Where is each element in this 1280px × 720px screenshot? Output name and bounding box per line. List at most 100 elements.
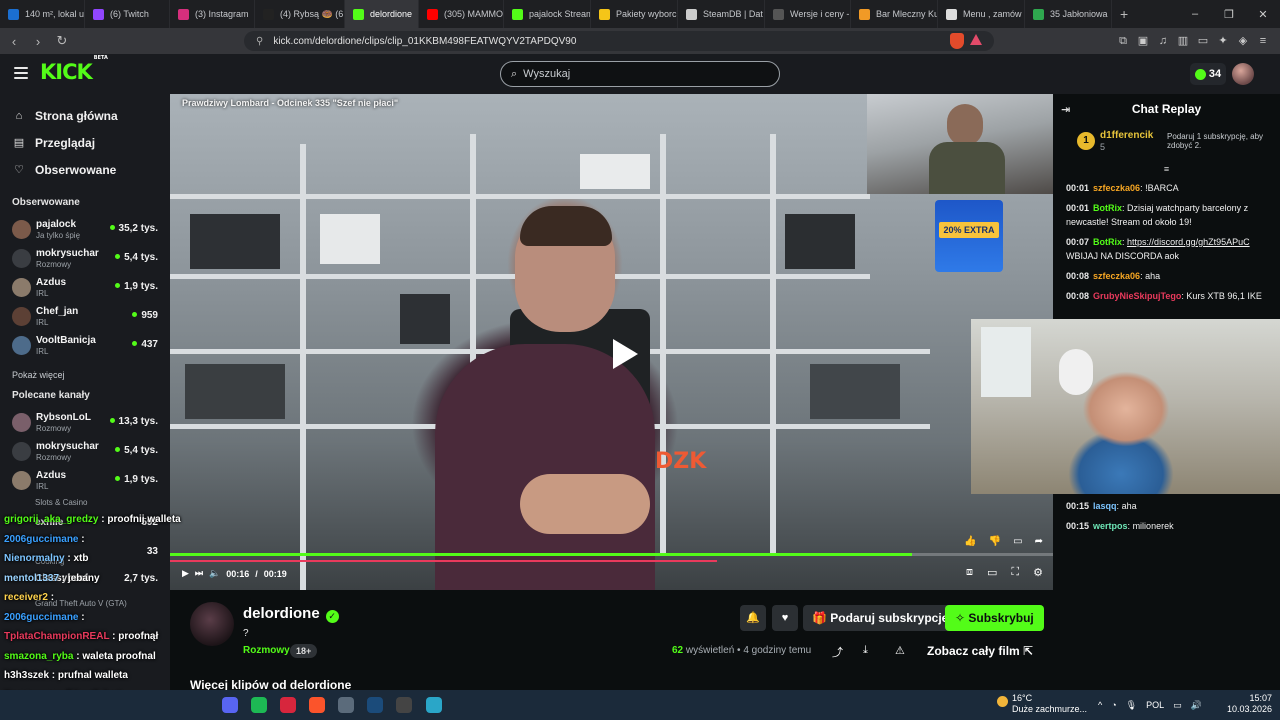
close-window-icon[interactable]: ✕	[1246, 8, 1280, 21]
browser-tab[interactable]: Menu , zamów	[938, 0, 1025, 28]
extensions-icon[interactable]: ⧉	[1116, 34, 1130, 48]
sidebar-channel[interactable]: mokrysuchar Rozmowy 5,4 tys.	[0, 437, 170, 466]
sidebar-channel[interactable]: VooltBanicja IRL 437	[0, 331, 170, 360]
maximize-icon[interactable]: ❐	[1212, 8, 1246, 21]
sidebar-channel[interactable]: pajalock Ja tylko śpię 35,2 tys.	[0, 215, 170, 244]
sidebar-channel[interactable]: RybsonLoL Rozmowy 13,3 tys.	[0, 408, 170, 437]
category-link[interactable]: Rozmowy	[243, 645, 290, 656]
watch-full-button[interactable]: Zobacz cały film ⇱	[927, 644, 1033, 658]
browser-tab[interactable]: SteamDB | Dat	[678, 0, 765, 28]
tray-expand-icon[interactable]: ^	[1098, 700, 1102, 710]
video-player[interactable]: DZK Prawdziwy Lombard - Odcinek 335 "Sze…	[170, 94, 1053, 590]
message-user[interactable]: BotRix	[1093, 237, 1122, 247]
globe-icon[interactable]	[426, 697, 442, 713]
play-icon[interactable]	[613, 339, 638, 369]
show-more-link[interactable]: Pokaż więcej	[0, 364, 170, 386]
user-avatar[interactable]	[1232, 63, 1254, 85]
clock[interactable]: 15:07 10.03.2026	[1212, 693, 1272, 715]
forward-icon[interactable]: ›	[28, 34, 48, 49]
network-icon[interactable]: ◔	[1111, 700, 1116, 710]
gift-subs-button[interactable]: 🎁 Podaruj subskrypcje	[803, 605, 958, 631]
fullscreen-icon[interactable]: ⛶	[1011, 566, 1019, 579]
url-field[interactable]: ⚲ kick.com/delordione/clips/clip_01KKBM4…	[244, 31, 994, 51]
browser-tab[interactable]: 35 Jabłoniowa	[1025, 0, 1112, 28]
message-link[interactable]: https://discord.gg/ghZt95APuC	[1127, 237, 1250, 247]
gifter-name[interactable]: d1fferencik	[1100, 130, 1153, 141]
display-icon[interactable]: ▭	[1173, 700, 1182, 711]
follow-button[interactable]: ♥	[772, 605, 798, 631]
obs-icon[interactable]	[396, 697, 412, 713]
leo-icon[interactable]: ✦	[1216, 34, 1230, 48]
comment-icon[interactable]: ▭	[1013, 536, 1022, 547]
thumbs-down-icon[interactable]: 👎	[989, 536, 1001, 547]
menu-icon[interactable]: ≡	[1256, 34, 1270, 48]
report-icon[interactable]: ⚠	[895, 644, 905, 657]
media-icon[interactable]: ♫	[1156, 34, 1170, 48]
progress-bar[interactable]	[170, 553, 1053, 556]
sidebar-icon[interactable]: ▥	[1176, 34, 1190, 48]
download-icon[interactable]: ⤓	[863, 644, 868, 657]
sidebar-nav-item[interactable]: ⌂ Strona główna	[0, 102, 170, 129]
browser-tab[interactable]: pajalock Stream	[504, 0, 591, 28]
discord-icon[interactable]	[222, 697, 238, 713]
browser-tab[interactable]: 140 m², lokal u	[0, 0, 85, 28]
channel-avatar[interactable]	[190, 602, 234, 646]
sidebar-channel[interactable]: Azdus IRL 1,9 tys.	[0, 273, 170, 302]
calculator-icon[interactable]	[338, 697, 354, 713]
message-user[interactable]: szfeczka06	[1093, 271, 1140, 281]
browser-tab[interactable]: delordione✕	[345, 0, 419, 28]
language-indicator[interactable]: POL	[1146, 700, 1164, 710]
reload-icon[interactable]: ↻	[52, 33, 72, 49]
rewards-icon[interactable]	[970, 34, 982, 45]
spotify-icon[interactable]	[251, 697, 267, 713]
browser-tab[interactable]: (305) MAMMO	[419, 0, 504, 28]
message-user[interactable]: lasqq	[1093, 501, 1117, 511]
message-user[interactable]: szfeczka06	[1093, 183, 1140, 193]
browser-tab[interactable]: Bar Mleczny Ku	[851, 0, 938, 28]
share-clip-icon[interactable]: ⤴	[832, 644, 843, 660]
weather-widget[interactable]: 16°C Duże zachmurze...	[997, 693, 1087, 715]
browser-tab[interactable]: (4) Rybsą 🍩 (6	[255, 0, 345, 28]
browser-tab[interactable]: Pakiety wyborc	[591, 0, 678, 28]
minimize-icon[interactable]: –	[1178, 8, 1212, 20]
notifications-button[interactable]: 🔔	[740, 605, 766, 631]
sidebar-nav-item[interactable]: ▤ Przeglądaj	[0, 129, 170, 156]
vpn-icon[interactable]: ◈	[1236, 34, 1250, 48]
sidebar-channel[interactable]: Azdus IRL 1,9 tys.	[0, 466, 170, 495]
kick-logo[interactable]: KICKBETA	[40, 55, 108, 84]
site-info-icon[interactable]: ⚲	[256, 36, 263, 47]
message-user[interactable]: wertpos	[1093, 521, 1128, 531]
next-icon[interactable]: ⏭	[195, 568, 203, 579]
speaker-icon[interactable]: 🔊	[1191, 700, 1202, 711]
collapse-chat-icon[interactable]: ⇥	[1061, 103, 1070, 116]
search-input[interactable]: ⌕ Wyszukaj	[500, 61, 780, 87]
settings-icon[interactable]: ⚙	[1033, 566, 1043, 579]
brave-shield-icon[interactable]	[950, 33, 964, 49]
brave-icon[interactable]	[309, 697, 325, 713]
steam-icon[interactable]	[367, 697, 383, 713]
volume-icon[interactable]: 🔈	[209, 568, 220, 579]
share-icon[interactable]: ➦	[1035, 536, 1043, 547]
message-user[interactable]: GrubyNieSkipujTego	[1093, 291, 1181, 301]
mic-icon[interactable]: 🎙	[1126, 700, 1137, 711]
new-tab-icon[interactable]: +	[1112, 6, 1136, 22]
thumbs-up-icon[interactable]: 👍	[964, 536, 976, 547]
browser-tab[interactable]: Wersje i ceny -	[765, 0, 851, 28]
browser-tab[interactable]: (6) Twitch	[85, 0, 170, 28]
screenshot-icon[interactable]: ▣	[1136, 34, 1150, 48]
pinned-toggle-icon[interactable]: ≡	[1053, 164, 1280, 178]
hamburger-menu-icon[interactable]	[14, 67, 28, 82]
sidebar-channel[interactable]: mokrysuchar Rozmowy 5,4 tys.	[0, 244, 170, 273]
subscribe-button[interactable]: ✧ Subskrybuj	[945, 605, 1044, 631]
news-icon[interactable]	[280, 697, 296, 713]
theater-icon[interactable]: ▭	[987, 566, 997, 579]
sidebar-channel[interactable]: Chef_jan IRL 959	[0, 302, 170, 331]
kicks-balance[interactable]: 34	[1190, 63, 1226, 85]
sidebar-nav-item[interactable]: ♡ Obserwowane	[0, 156, 170, 183]
message-user[interactable]: BotRix	[1093, 203, 1122, 213]
back-icon[interactable]: ‹	[4, 34, 24, 49]
wallet-icon[interactable]: ▭	[1196, 34, 1210, 48]
channel-name[interactable]: delordione ✓	[243, 605, 339, 623]
pip-icon[interactable]: ⧈	[966, 566, 973, 579]
browser-tab[interactable]: (3) Instagram	[170, 0, 255, 28]
